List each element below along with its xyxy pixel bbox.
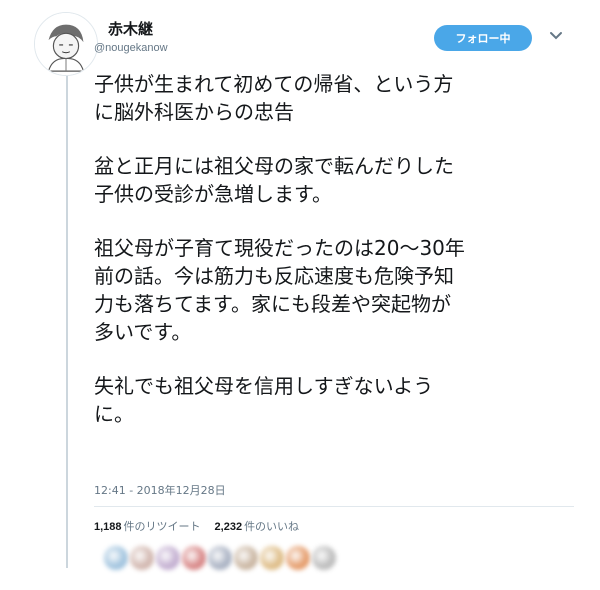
- avatar[interactable]: [34, 12, 98, 76]
- liker-avatar[interactable]: [130, 546, 154, 570]
- retweet-count-label: 件のリツイート: [123, 520, 201, 533]
- retweet-count[interactable]: 1,188 件のリツイート: [94, 518, 201, 534]
- liker-avatar[interactable]: [156, 546, 180, 570]
- like-count-value: 2,232: [214, 521, 243, 533]
- user-name[interactable]: 赤木継: [108, 18, 153, 39]
- following-button[interactable]: フォロー中: [434, 25, 532, 51]
- liker-avatar[interactable]: [312, 546, 336, 570]
- avatar-illustration-icon: [35, 13, 97, 75]
- thread-line: [66, 68, 68, 568]
- tweet-stats: 1,188 件のリツイート 2,232 件のいいね: [94, 518, 299, 534]
- liker-avatar[interactable]: [234, 546, 258, 570]
- liker-avatar[interactable]: [260, 546, 284, 570]
- chevron-down-icon: [550, 32, 562, 40]
- tweet-paragraph: 子供が生まれて初めての帰省、という方 に脳外科医からの忠告: [94, 72, 454, 124]
- tweet-text: 子供が生まれて初めての帰省、という方 に脳外科医からの忠告 盆と正月には祖父母の…: [94, 70, 574, 454]
- user-handle[interactable]: @nougekanow: [94, 42, 168, 54]
- liker-avatar[interactable]: [208, 546, 232, 570]
- tweet-paragraph: 祖父母が子育て現役だったのは20〜30年 前の話。今は筋力も反応速度も危険予知 …: [94, 236, 465, 344]
- tweet-timestamp[interactable]: 12:41 - 2018年12月28日: [94, 482, 226, 498]
- liker-avatar[interactable]: [182, 546, 206, 570]
- tweet-paragraph: 失礼でも祖父母を信用しすぎないよう に。: [94, 374, 434, 426]
- liker-avatar[interactable]: [104, 546, 128, 570]
- more-options-button[interactable]: [549, 31, 563, 41]
- tweet-paragraph: 盆と正月には祖父母の家で転んだりした 子供の受診が急増します。: [94, 154, 454, 206]
- liker-avatars: [104, 546, 336, 574]
- like-count-label: 件のいいね: [244, 520, 300, 533]
- divider: [94, 506, 574, 507]
- liker-avatar[interactable]: [286, 546, 310, 570]
- like-count[interactable]: 2,232 件のいいね: [215, 518, 300, 534]
- retweet-count-value: 1,188: [94, 521, 122, 533]
